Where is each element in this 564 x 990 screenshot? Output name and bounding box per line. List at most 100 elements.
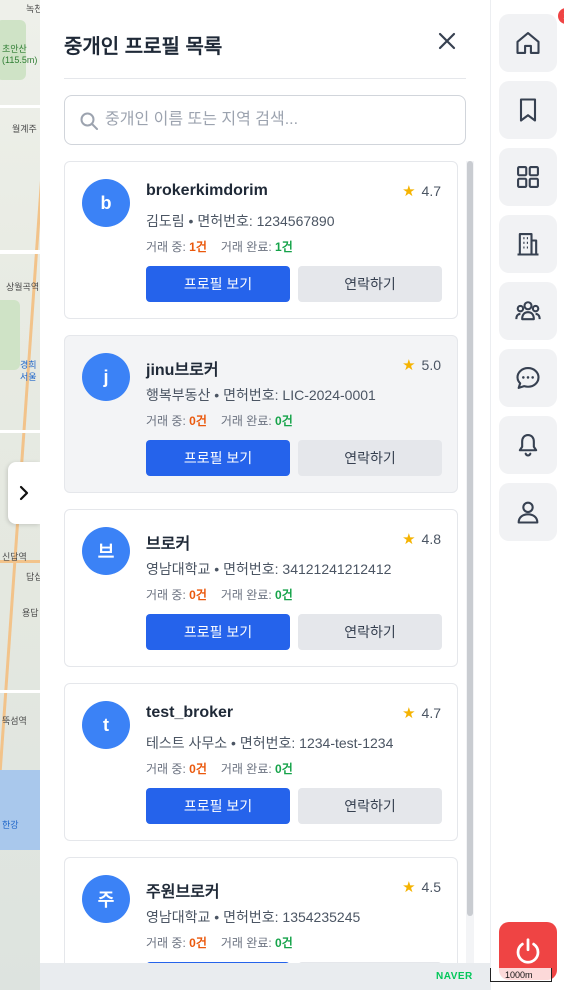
deal-stats: 거래 중: 0건 거래 완료: 0건 — [146, 760, 293, 777]
contact-button[interactable]: 연락하기 — [298, 440, 442, 476]
view-profile-button[interactable]: 프로필 보기 — [146, 788, 290, 824]
map-label: (115.5m) — [2, 55, 38, 65]
contact-button[interactable]: 연락하기 — [298, 788, 442, 824]
broker-info: 행복부동산 • 면허번호: LIC-2024-0001 — [146, 387, 376, 403]
map-label: 용답 — [22, 608, 39, 618]
avatar: j — [82, 353, 130, 401]
done-count: 1건 — [275, 240, 293, 254]
license-number: LIC-2024-0001 — [282, 387, 376, 403]
office-name: 테스트 사무소 — [146, 735, 228, 751]
broker-card[interactable]: j jinu브로커 ★ 5.0 행복부동산 • 면허번호: LIC-2024-00… — [64, 335, 458, 493]
license-number: 1234-test-1234 — [299, 735, 394, 751]
map-expand-toggle[interactable] — [8, 462, 40, 524]
view-profile-button[interactable]: 프로필 보기 — [146, 614, 290, 650]
broker-card[interactable]: b brokerkimdorim ★ 4.7 김도림 • 면허번호: 123456… — [64, 161, 458, 319]
star-icon: ★ — [402, 357, 416, 374]
rating-value: 4.5 — [421, 879, 441, 895]
map-label: 한강 — [2, 820, 19, 830]
star-icon: ★ — [402, 183, 416, 200]
active-count: 0건 — [189, 762, 207, 776]
notification-badge: 1 — [558, 8, 564, 24]
broker-name: 브로커 — [146, 536, 191, 553]
broker-name: jinu브로커 — [146, 362, 219, 379]
done-label: 거래 완료: — [220, 414, 272, 428]
active-count: 1건 — [189, 240, 207, 254]
map-label: 신답역 — [2, 552, 27, 562]
panel-header: 중개인 프로필 목록 — [64, 0, 466, 79]
broker-name: brokerkimdorim — [146, 182, 268, 199]
user-icon — [517, 501, 539, 524]
broker-card[interactable]: 주 주원브로커 ★ 4.5 영남대학교 • 면허번호: 1354235245 거래… — [64, 857, 458, 963]
done-count: 0건 — [275, 936, 293, 950]
chevron-right-icon — [19, 485, 29, 501]
map-label: 답십 — [26, 572, 40, 582]
close-button[interactable] — [436, 30, 458, 52]
license-label: 면허번호: — [223, 561, 279, 577]
nav-profile-button[interactable] — [499, 483, 557, 541]
panel-title: 중개인 프로필 목록 — [64, 36, 223, 58]
broker-info: 영남대학교 • 면허번호: 34121241212412 — [146, 561, 392, 577]
rating-value: 5.0 — [421, 357, 441, 373]
right-nav: 1 — [490, 0, 564, 990]
active-count: 0건 — [189, 936, 207, 950]
broker-name: 주원브로커 — [146, 884, 220, 901]
map-scale-bar: 1000m — [490, 968, 552, 982]
deal-stats: 거래 중: 0건 거래 완료: 0건 — [146, 586, 293, 603]
broker-card[interactable]: 브 브로커 ★ 4.8 영남대학교 • 면허번호: 34121241212412 … — [64, 509, 458, 667]
rating: ★ 5.0 — [402, 356, 441, 374]
nav-grid-button[interactable] — [499, 148, 557, 206]
office-name: 김도림 — [146, 213, 185, 229]
done-label: 거래 완료: — [220, 588, 272, 602]
rating: ★ 4.7 — [402, 704, 441, 722]
nav-bookmark-button[interactable] — [499, 81, 557, 139]
license-number: 1234567890 — [256, 213, 335, 229]
contact-button[interactable]: 연락하기 — [298, 614, 442, 650]
license-label: 면허번호: — [223, 387, 279, 403]
contact-button[interactable]: 연락하기 — [298, 266, 442, 302]
map-label: 녹천 — [26, 4, 40, 14]
avatar: t — [82, 701, 130, 749]
nav-chat-button[interactable] — [499, 349, 557, 407]
rating-value: 4.7 — [421, 705, 441, 721]
view-profile-button[interactable]: 프로필 보기 — [146, 440, 290, 476]
search-box — [64, 95, 466, 145]
nav-building-button[interactable] — [499, 215, 557, 273]
map-label: 초안산 — [2, 44, 27, 54]
license-label: 면허번호: — [239, 735, 296, 751]
active-label: 거래 중: — [146, 240, 186, 254]
nav-community-button[interactable] — [499, 282, 557, 340]
search-input[interactable] — [105, 96, 460, 144]
active-label: 거래 중: — [146, 588, 186, 602]
active-label: 거래 중: — [146, 936, 186, 950]
deal-stats: 거래 중: 1건 거래 완료: 1건 — [146, 238, 293, 255]
nav-notification-button[interactable] — [499, 416, 557, 474]
scrollbar-thumb[interactable] — [467, 161, 473, 916]
view-profile-button[interactable]: 프로필 보기 — [146, 266, 290, 302]
done-count: 0건 — [275, 588, 293, 602]
broker-card[interactable]: t test_broker ★ 4.7 테스트 사무소 • 면허번호: 1234-… — [64, 683, 458, 841]
chat-icon — [516, 367, 540, 389]
map-label: 서울 — [20, 372, 37, 382]
rating-value: 4.7 — [421, 183, 441, 199]
star-icon: ★ — [402, 705, 416, 722]
done-label: 거래 완료: — [220, 936, 272, 950]
license-label: 면허번호: — [197, 213, 253, 229]
license-label: 면허번호: — [223, 909, 279, 925]
active-label: 거래 중: — [146, 762, 186, 776]
map-provider-logo: NAVER — [436, 971, 473, 982]
map-label: 월계주 — [12, 124, 37, 134]
contact-button[interactable]: 연락하기 — [298, 962, 442, 963]
active-count: 0건 — [189, 414, 207, 428]
users-icon — [515, 301, 541, 321]
view-profile-button[interactable]: 프로필 보기 — [146, 962, 290, 963]
rating: ★ 4.7 — [402, 182, 441, 200]
broker-list-panel: 중개인 프로필 목록 b brokerkimdorim ★ 4.7 김도림 • 면… — [40, 0, 490, 963]
broker-name: test_broker — [146, 704, 234, 721]
done-label: 거래 완료: — [220, 762, 272, 776]
avatar: 주 — [82, 875, 130, 923]
map-scale-label: 1000m — [505, 970, 533, 980]
rating: ★ 4.5 — [402, 878, 441, 896]
bookmark-icon — [519, 98, 537, 122]
nav-home-button[interactable]: 1 — [499, 8, 564, 72]
office-name: 영남대학교 — [146, 561, 211, 577]
